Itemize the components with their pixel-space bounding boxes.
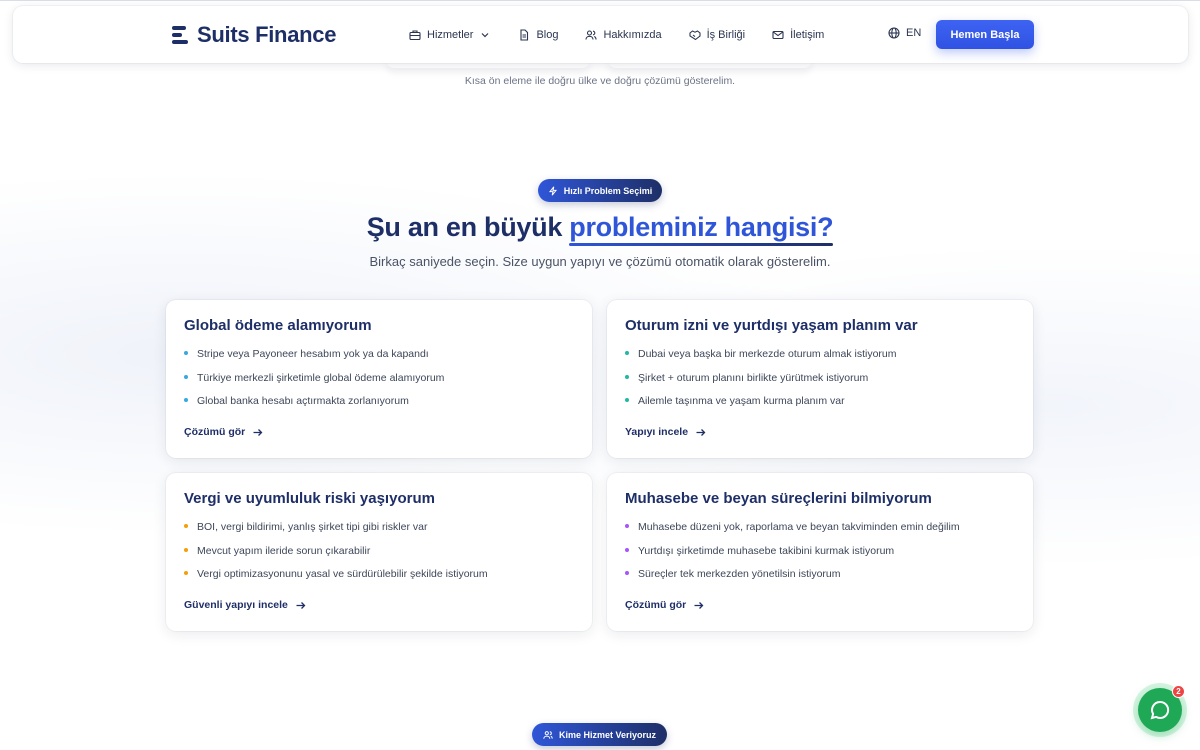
card-title: Vergi ve uyumluluk riski yaşıyorum — [184, 490, 435, 507]
card-title: Oturum izni ve yurtdışı yaşam planım var — [625, 317, 918, 334]
chat-icon — [1150, 700, 1170, 720]
users-icon — [543, 730, 553, 739]
nav-item-blog[interactable]: Blog — [518, 29, 558, 41]
list-item: Ailemle taşınma ve yaşam kurma planım va… — [625, 394, 1015, 418]
arrow-right-icon — [253, 428, 263, 436]
next-section-badge-label: Kime Hizmet Veriyoruz — [558, 729, 657, 740]
card-title: Global ödeme alamıyorum — [184, 317, 372, 334]
section-badge-label: Hızlı Problem Seçimi — [563, 185, 653, 196]
next-section-badge: Kime Hizmet Veriyoruz — [532, 723, 667, 746]
card-list: Stripe veya Payoneer hesabım yok ya da k… — [184, 347, 574, 418]
card-link-label: Güvenli yapıyı incele — [184, 599, 288, 611]
handshake-icon — [689, 29, 701, 40]
problem-card-residence[interactable]: Oturum izni ve yurtdışı yaşam planım var… — [607, 300, 1033, 458]
briefcase-icon — [409, 29, 421, 40]
logo[interactable]: Suits Finance — [172, 22, 336, 48]
card-link-label: Yapıyı incele — [625, 426, 689, 438]
card-link-label: Çözümü gör — [184, 426, 246, 438]
nav-label: İletişim — [790, 28, 825, 41]
language-label: EN — [906, 27, 922, 39]
list-item: Global banka hesabı açtırmakta zorlanıyo… — [184, 394, 574, 418]
list-item: Vergi optimizasyonunu yasal ve sürdürüle… — [184, 567, 574, 591]
nav-label: Hakkımızda — [603, 28, 662, 41]
problem-card-global-payment[interactable]: Global ödeme alamıyorum Stripe veya Payo… — [166, 300, 592, 458]
card-list: Dubai veya başka bir merkezde oturum alm… — [625, 347, 1015, 418]
list-item: Yurtdışı şirketimde muhasebe takibini ku… — [625, 544, 1015, 568]
chevron-down-icon — [482, 32, 489, 37]
card-link[interactable]: Güvenli yapıyı incele — [184, 599, 306, 611]
logo-icon — [172, 26, 188, 44]
nav-item-iletisim[interactable]: İletişim — [772, 29, 824, 41]
card-list: Muhasebe düzeni yok, raporlama ve beyan … — [625, 520, 1015, 591]
document-icon — [520, 28, 529, 41]
language-switcher[interactable]: EN — [888, 27, 921, 39]
list-item: Süreçler tek merkezden yönetilsin istiyo… — [625, 567, 1015, 591]
list-item: Şirket + oturum planını birlikte yürütme… — [625, 371, 1015, 395]
section-subheading: Birkaç saniyede seçin. Size uygun yapıyı… — [369, 254, 831, 269]
list-item: Türkiye merkezli şirketimle global ödeme… — [184, 371, 574, 395]
list-item: BOI, vergi bildirimi, yanlış şirket tipi… — [184, 520, 574, 544]
card-link[interactable]: Çözümü gör — [625, 599, 704, 611]
card-list: BOI, vergi bildirimi, yanlış şirket tipi… — [184, 520, 574, 591]
heading-highlight: probleminiz hangisi? — [569, 212, 834, 242]
nav-item-hakkimizda[interactable]: Hakkımızda — [585, 28, 662, 41]
card-link-label: Çözümü gör — [625, 599, 687, 611]
arrow-right-icon — [696, 428, 706, 436]
globe-icon — [888, 27, 900, 39]
chat-unread-badge: 2 — [1172, 685, 1185, 698]
users-icon — [585, 29, 598, 40]
list-item: Stripe veya Payoneer hesabım yok ya da k… — [184, 347, 574, 371]
top-divider — [0, 0, 1200, 1]
lightning-icon — [548, 185, 557, 196]
nav-item-is-birligi[interactable]: İş Birliği — [689, 28, 746, 41]
nav-label: Blog — [536, 28, 559, 41]
problem-card-accounting[interactable]: Muhasebe ve beyan süreçlerini bilmiyorum… — [607, 473, 1033, 631]
site-header: Suits Finance Hizmetler Blog Hakkımızda — [13, 6, 1188, 63]
section-heading: Şu an en büyük probleminiz hangisi? — [0, 212, 1200, 243]
main-nav: Hizmetler Blog Hakkımızda İş Birliği İle… — [409, 6, 851, 63]
card-link[interactable]: Çözümü gör — [184, 426, 263, 438]
arrow-right-icon — [694, 601, 704, 609]
problem-card-tax-compliance[interactable]: Vergi ve uyumluluk riski yaşıyorum BOI, … — [166, 473, 592, 631]
nav-label: İş Birliği — [706, 28, 746, 41]
list-item: Mevcut yapım ileride sorun çıkarabilir — [184, 544, 574, 568]
arrow-right-icon — [296, 601, 306, 609]
brand-name: Suits Finance — [197, 22, 337, 47]
section-badge: Hızlı Problem Seçimi — [538, 179, 662, 202]
card-title: Muhasebe ve beyan süreçlerini bilmiyorum — [625, 490, 932, 507]
nav-label: Hizmetler — [427, 28, 474, 41]
nav-item-hizmetler[interactable]: Hizmetler — [409, 29, 491, 41]
previous-section-caption: Kısa ön eleme ile doğru ülke ve doğru çö… — [464, 75, 736, 87]
get-started-button[interactable]: Hemen Başla — [936, 20, 1034, 49]
card-link[interactable]: Yapıyı incele — [625, 426, 706, 438]
mail-icon — [772, 30, 784, 39]
heading-text: Şu an en büyük — [366, 212, 570, 242]
list-item: Muhasebe düzeni yok, raporlama ve beyan … — [625, 520, 1015, 544]
list-item: Dubai veya başka bir merkezde oturum alm… — [625, 347, 1015, 371]
